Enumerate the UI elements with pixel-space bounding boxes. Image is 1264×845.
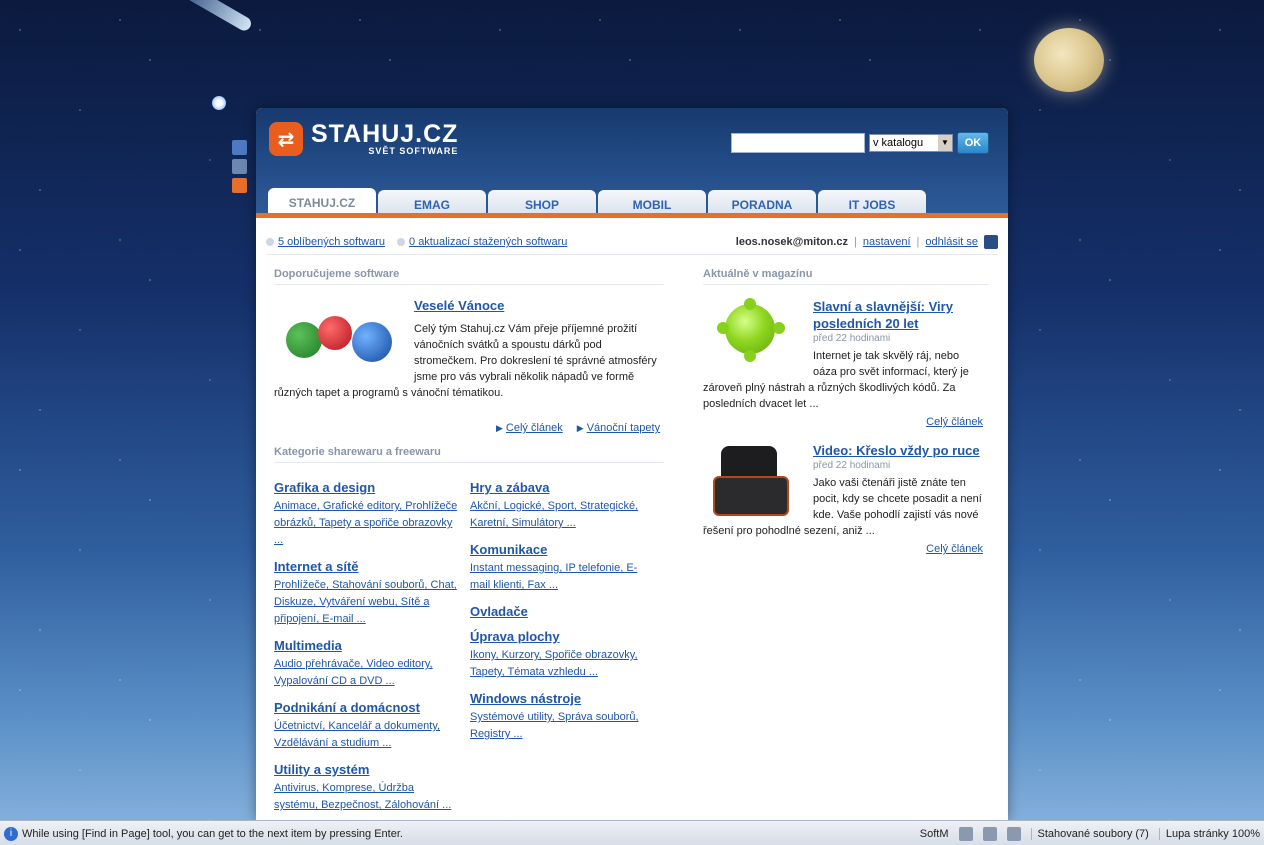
featured-section-title: Doporučujeme software	[274, 268, 664, 285]
category-item: Komunikace Instant messaging, IP telefon…	[470, 542, 656, 594]
favorites-item: 5 oblíbených softwaru	[266, 236, 385, 248]
user-bar: 5 oblíbených softwaru 0 aktualizací staž…	[266, 230, 998, 255]
category-title[interactable]: Multimedia	[274, 638, 460, 653]
magazine-column: Slavní a slavnější: Viry posledních 20 l…	[703, 298, 983, 586]
category-subs[interactable]: Instant messaging, IP telefonie, E-mail …	[470, 560, 656, 594]
status-downloads[interactable]: Stahované soubory (7)	[1030, 827, 1149, 840]
logo-text: STAHUJ.CZ	[311, 120, 459, 148]
category-item: Úprava plochy Ikony, Kurzory, Spořiče ob…	[470, 629, 656, 681]
categories-left-column: Grafika a design Animace, Grafické edito…	[274, 480, 460, 820]
bullet-arrow-icon: ▶	[496, 423, 503, 433]
logo-arrow-icon: ⇄	[269, 122, 303, 156]
comet-head-decoration	[212, 96, 226, 110]
category-title[interactable]: Komunikace	[470, 542, 656, 557]
chevron-down-icon: ▼	[938, 135, 952, 151]
magazine-article: Video: Křeslo vždy po ruce před 22 hodin…	[703, 442, 983, 572]
category-item: Grafika a design Animace, Grafické edito…	[274, 480, 460, 549]
category-subs[interactable]: Antivirus, Komprese, Údržba systému, Bez…	[274, 780, 460, 814]
updates-link[interactable]: 0 aktualizací stažených softwaru	[409, 236, 567, 248]
article-read-link[interactable]: Celý článek	[926, 416, 983, 428]
category-title[interactable]: Hry a zábava	[470, 480, 656, 495]
armchair-image	[703, 442, 803, 518]
category-subs[interactable]: Audio přehrávače, Video editory, Vypalov…	[274, 656, 460, 690]
search-scope-select[interactable]: v katalogu ▼	[869, 134, 953, 152]
browser-status-bar: i While using [Find in Page] tool, you c…	[0, 820, 1264, 845]
site-panel: ⇄ STAHUJ.CZ SVĚT SOFTWARE v katalogu ▼ O…	[256, 108, 1008, 820]
updates-item: 0 aktualizací stažených softwaru	[397, 236, 567, 248]
featured-links: ▶ Celý článek ▶ Vánoční tapety	[496, 422, 660, 434]
christmas-ornaments-image	[274, 298, 402, 374]
status-message: While using [Find in Page] tool, you can…	[22, 827, 403, 840]
search-bar: v katalogu ▼ OK	[731, 132, 989, 154]
featured-more-link[interactable]: Celý článek	[506, 422, 563, 434]
category-title[interactable]: Internet a sítě	[274, 559, 460, 574]
magazine-article: Slavní a slavnější: Viry posledních 20 l…	[703, 298, 983, 428]
category-subs[interactable]: Prohlížeče, Stahování souborů, Chat, Dis…	[274, 577, 460, 628]
categories-right-column: Hry a zábava Akční, Logické, Sport, Stra…	[470, 480, 656, 753]
article-read-link[interactable]: Celý článek	[926, 543, 983, 555]
category-item: Utility a systém Antivirus, Komprese, Úd…	[274, 762, 460, 814]
category-title[interactable]: Podnikání a domácnost	[274, 700, 460, 715]
settings-link[interactable]: nastavení	[863, 236, 911, 248]
site-header: ⇄ STAHUJ.CZ SVĚT SOFTWARE v katalogu ▼ O…	[256, 108, 1008, 218]
rss-icon[interactable]	[232, 178, 247, 193]
categories-section-title: Kategorie sharewaru a freewaru	[274, 446, 664, 463]
favorite-star-icon[interactable]	[232, 140, 247, 155]
category-title[interactable]: Grafika a design	[274, 480, 460, 495]
category-item: Windows nástroje Systémové utility, Sprá…	[470, 691, 656, 743]
search-scope-value: v katalogu	[873, 137, 924, 149]
separator: |	[916, 236, 920, 248]
status-right-area: SoftM Stahované soubory (7) Lupa stránky…	[920, 826, 1264, 841]
help-icon[interactable]	[984, 235, 998, 249]
separator: |	[853, 236, 857, 248]
side-icon-strip	[232, 140, 247, 193]
category-item: Hry a zábava Akční, Logické, Sport, Stra…	[470, 480, 656, 532]
network-icon[interactable]	[958, 826, 973, 841]
category-subs[interactable]: Ikony, Kurzory, Spořiče obrazovky, Tapet…	[470, 647, 656, 681]
category-item: Multimedia Audio přehrávače, Video edito…	[274, 638, 460, 690]
info-icon: i	[4, 826, 18, 841]
category-title[interactable]: Ovladače	[470, 604, 656, 619]
printer-icon[interactable]	[982, 826, 997, 841]
site-logo[interactable]: ⇄ STAHUJ.CZ SVĚT SOFTWARE	[269, 122, 458, 156]
category-subs[interactable]: Systémové utility, Správa souborů, Regis…	[470, 709, 656, 743]
category-title[interactable]: Utility a systém	[274, 762, 460, 777]
category-item: Internet a sítě Prohlížeče, Stahování so…	[274, 559, 460, 628]
category-title[interactable]: Windows nástroje	[470, 691, 656, 706]
favorites-link[interactable]: 5 oblíbených softwaru	[278, 236, 385, 248]
category-subs[interactable]: Akční, Logické, Sport, Strategické, Kare…	[470, 498, 656, 532]
status-zoom[interactable]: Lupa stránky 100%	[1158, 827, 1260, 840]
search-ok-button[interactable]: OK	[957, 132, 989, 154]
featured-article: Veselé Vánoce Celý tým Stahuj.cz Vám pře…	[274, 298, 659, 401]
category-item: Ovladače	[470, 604, 656, 619]
category-subs[interactable]: Animace, Grafické editory, Prohlížeče ob…	[274, 498, 460, 549]
category-title[interactable]: Úprava plochy	[470, 629, 656, 644]
search-input[interactable]	[731, 133, 865, 153]
window-icon[interactable]	[1006, 826, 1021, 841]
category-subs[interactable]: Účetnictví, Kancelář a dokumenty, Vzdělá…	[274, 718, 460, 752]
virus-image	[703, 298, 803, 374]
featured-all-link[interactable]: Vánoční tapety	[587, 422, 660, 434]
user-account: leos.nosek@miton.cz | nastavení | odhlás…	[736, 235, 998, 249]
favorites-icon	[266, 238, 274, 246]
bookmark-icon[interactable]	[232, 159, 247, 174]
logout-link[interactable]: odhlásit se	[925, 236, 978, 248]
updates-icon	[397, 238, 406, 246]
magazine-section-title: Aktuálně v magazínu	[703, 268, 988, 285]
tab-underline-bar	[256, 213, 1008, 218]
user-email: leos.nosek@miton.cz	[735, 236, 848, 248]
moon-decoration	[1034, 28, 1104, 92]
status-mode[interactable]: SoftM	[920, 828, 949, 840]
bullet-arrow-icon: ▶	[576, 423, 584, 433]
category-item: Podnikání a domácnost Účetnictví, Kancel…	[274, 700, 460, 752]
